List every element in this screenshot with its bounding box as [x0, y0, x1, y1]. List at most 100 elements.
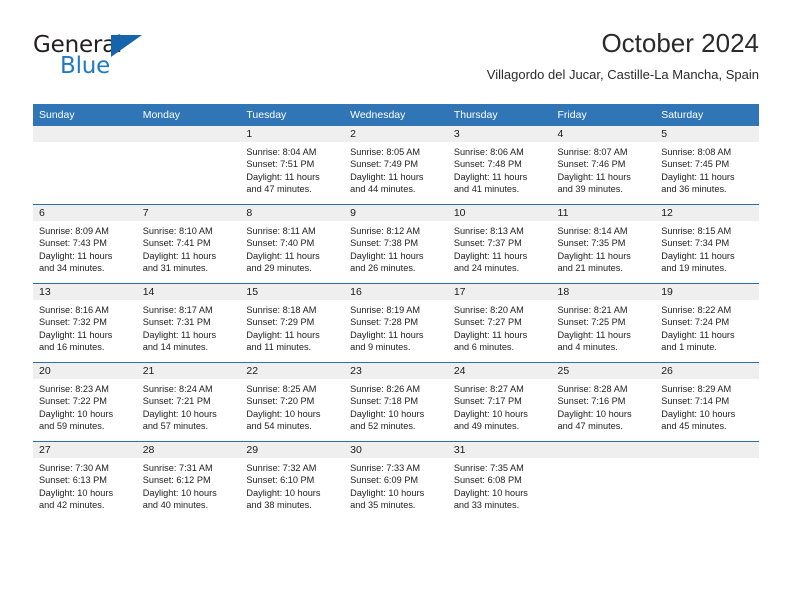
- calendar-day-cell[interactable]: 17 Sunrise: 8:20 AM Sunset: 7:27 PM Dayligh…: [447, 283, 552, 363]
- calendar-day-cell[interactable]: 23 Sunrise: 8:26 AM Sunset: 7:18 PM Dayligh…: [344, 362, 448, 442]
- calendar-day-cell[interactable]: 19 Sunrise: 8:22 AM Sunset: 7:24 PM Dayligh…: [655, 283, 759, 363]
- calendar-day-cell[interactable]: 21 Sunrise: 8:24 AM Sunset: 7:21 PM Dayligh…: [136, 362, 241, 442]
- day-number: 2: [344, 126, 448, 142]
- day-number: 17: [447, 284, 552, 300]
- day-number: 10: [447, 205, 552, 221]
- sunset-time: Sunset: 7:35 PM: [557, 238, 626, 249]
- daylight-line-2: and 49 minutes.: [453, 420, 520, 431]
- calendar-day-cell[interactable]: 22 Sunrise: 8:25 AM Sunset: 7:20 PM Dayligh…: [240, 362, 345, 442]
- sunset-time: Sunset: 7:46 PM: [557, 159, 626, 170]
- sunrise-time: Sunrise: 8:22 AM: [661, 305, 732, 315]
- day-number: 14: [136, 284, 241, 300]
- daylight-line-2: and 36 minutes.: [661, 183, 727, 194]
- calendar-day-cell[interactable]: 14 Sunrise: 8:17 AM Sunset: 7:31 PM Dayligh…: [136, 283, 241, 363]
- calendar-day-cell[interactable]: 31 Sunrise: 7:35 AM Sunset: 6:08 PM Dayligh…: [447, 441, 552, 520]
- day-details: Sunrise: 8:14 AM Sunset: 7:35 PM Daylight:…: [552, 221, 656, 274]
- day-number: [33, 126, 137, 142]
- daylight-line-1: Daylight: 11 hours: [453, 250, 528, 261]
- calendar-day-cell[interactable]: 1 Sunrise: 8:04 AM Sunset: 7:51 PM Daylight…: [240, 126, 345, 205]
- day-number: 23: [344, 363, 448, 379]
- day-number: 16: [344, 284, 448, 300]
- daylight-line-2: and 47 minutes.: [557, 420, 623, 431]
- calendar-day-cell[interactable]: 2 Sunrise: 8:05 AM Sunset: 7:49 PM Daylight…: [344, 126, 448, 205]
- day-number: 31: [447, 442, 552, 458]
- daylight-line-1: Daylight: 11 hours: [557, 329, 631, 340]
- sunset-time: Sunset: 7:49 PM: [350, 159, 419, 170]
- calendar-day-cell[interactable]: 20 Sunrise: 8:23 AM Sunset: 7:22 PM Dayligh…: [33, 362, 137, 442]
- sunrise-time: Sunrise: 8:25 AM: [246, 384, 317, 394]
- sunrise-time: Sunrise: 7:35 AM: [453, 463, 524, 473]
- day-details: Sunrise: 8:25 AM Sunset: 7:20 PM Daylight:…: [240, 379, 344, 432]
- daylight-line-1: Daylight: 10 hours: [39, 408, 114, 419]
- calendar-day-cell[interactable]: 30 Sunrise: 7:33 AM Sunset: 6:09 PM Dayligh…: [344, 441, 448, 520]
- day-number: 30: [344, 442, 448, 458]
- day-details: Sunrise: 8:29 AM Sunset: 7:14 PM Daylight:…: [655, 379, 759, 432]
- page-title: October 2024: [601, 28, 759, 58]
- day-number: 5: [655, 126, 759, 142]
- day-details: Sunrise: 8:17 AM Sunset: 7:31 PM Daylight:…: [137, 300, 241, 353]
- daylight-line-2: and 24 minutes.: [453, 262, 520, 273]
- day-details: Sunrise: 8:05 AM Sunset: 7:49 PM Daylight:…: [344, 142, 448, 195]
- day-details: Sunrise: 8:04 AM Sunset: 7:51 PM Daylight:…: [240, 142, 344, 195]
- daylight-line-2: and 35 minutes.: [350, 499, 416, 510]
- daylight-line-2: and 1 minute.: [661, 341, 717, 352]
- sunrise-time: Sunrise: 8:21 AM: [557, 305, 628, 315]
- daylight-line-1: Daylight: 10 hours: [246, 487, 321, 498]
- calendar-day-cell[interactable]: 10 Sunrise: 8:13 AM Sunset: 7:37 PM Dayligh…: [447, 204, 552, 284]
- calendar-day-cell[interactable]: 18 Sunrise: 8:21 AM Sunset: 7:25 PM Dayligh…: [551, 283, 656, 363]
- daylight-line-2: and 4 minutes.: [557, 341, 618, 352]
- sunrise-time: Sunrise: 8:20 AM: [453, 305, 524, 315]
- sunrise-time: Sunrise: 8:26 AM: [350, 384, 421, 394]
- calendar-day-cell[interactable]: 7 Sunrise: 8:10 AM Sunset: 7:41 PM Daylight…: [136, 204, 241, 284]
- day-details: Sunrise: 8:11 AM Sunset: 7:40 PM Daylight:…: [240, 221, 344, 274]
- calendar-week-row: 13 Sunrise: 8:16 AM Sunset: 7:32 PM Dayligh…: [33, 283, 759, 363]
- daylight-line-2: and 6 minutes.: [453, 341, 515, 352]
- day-number: 8: [240, 205, 345, 221]
- calendar-day-cell[interactable]: 26 Sunrise: 8:29 AM Sunset: 7:14 PM Dayligh…: [655, 362, 759, 442]
- calendar-day-cell[interactable]: 16 Sunrise: 8:19 AM Sunset: 7:28 PM Dayligh…: [344, 283, 448, 363]
- day-details: Sunrise: 8:09 AM Sunset: 7:43 PM Daylight:…: [33, 221, 137, 274]
- day-details: Sunrise: 7:31 AM Sunset: 6:12 PM Daylight:…: [137, 458, 241, 511]
- sunset-time: Sunset: 7:45 PM: [661, 159, 730, 170]
- sunset-time: Sunset: 7:32 PM: [39, 317, 107, 328]
- calendar-day-cell[interactable]: 24 Sunrise: 8:27 AM Sunset: 7:17 PM Dayligh…: [447, 362, 552, 442]
- calendar-day-cell[interactable]: 5 Sunrise: 8:08 AM Sunset: 7:45 PM Daylight…: [655, 126, 759, 205]
- day-number: 12: [655, 205, 759, 221]
- calendar-day-cell[interactable]: 9 Sunrise: 8:12 AM Sunset: 7:38 PM Daylight…: [344, 204, 448, 284]
- daylight-line-2: and 29 minutes.: [246, 262, 312, 273]
- calendar-day-cell[interactable]: 3 Sunrise: 8:06 AM Sunset: 7:48 PM Daylight…: [447, 126, 552, 205]
- daylight-line-1: Daylight: 11 hours: [142, 329, 217, 340]
- calendar-day-cell[interactable]: 11 Sunrise: 8:14 AM Sunset: 7:35 PM Dayligh…: [551, 204, 656, 284]
- calendar-day-cell[interactable]: 27 Sunrise: 7:30 AM Sunset: 6:13 PM Dayligh…: [33, 441, 137, 520]
- calendar-day-cell[interactable]: 29 Sunrise: 7:32 AM Sunset: 6:10 PM Dayligh…: [240, 441, 345, 520]
- sunset-time: Sunset: 7:24 PM: [661, 317, 730, 328]
- general-blue-logo[interactable]: General Blue: [33, 32, 213, 88]
- sunset-time: Sunset: 6:09 PM: [350, 475, 419, 486]
- sunset-time: Sunset: 7:31 PM: [142, 317, 211, 328]
- calendar-day-cell[interactable]: 25 Sunrise: 8:28 AM Sunset: 7:16 PM Dayligh…: [551, 362, 656, 442]
- calendar-page: General Blue October 2024 Villagordo del…: [0, 0, 792, 612]
- calendar-day-cell[interactable]: 8 Sunrise: 8:11 AM Sunset: 7:40 PM Daylight…: [240, 204, 345, 284]
- daylight-line-1: Daylight: 11 hours: [453, 329, 528, 340]
- logo-text-blue: Blue: [60, 53, 111, 79]
- sunset-time: Sunset: 7:22 PM: [39, 396, 107, 407]
- sunset-time: Sunset: 7:37 PM: [453, 238, 522, 249]
- weekday-header-thursday: Thursday: [447, 104, 552, 126]
- page-header: General Blue October 2024 Villagordo del…: [33, 26, 759, 98]
- calendar-day-cell[interactable]: 15 Sunrise: 8:18 AM Sunset: 7:29 PM Dayligh…: [240, 283, 345, 363]
- calendar-day-cell[interactable]: 6 Sunrise: 8:09 AM Sunset: 7:43 PM Daylight…: [33, 204, 137, 284]
- sunrise-time: Sunrise: 7:30 AM: [39, 463, 109, 473]
- calendar-day-cell[interactable]: 4 Sunrise: 8:07 AM Sunset: 7:46 PM Daylight…: [551, 126, 656, 205]
- day-number: 24: [447, 363, 552, 379]
- calendar-day-cell[interactable]: 28 Sunrise: 7:31 AM Sunset: 6:12 PM Dayligh…: [136, 441, 241, 520]
- sunrise-time: Sunrise: 8:11 AM: [246, 226, 316, 236]
- calendar-day-cell[interactable]: 13 Sunrise: 8:16 AM Sunset: 7:32 PM Dayligh…: [33, 283, 137, 363]
- daylight-line-2: and 54 minutes.: [246, 420, 312, 431]
- calendar-day-cell[interactable]: 12 Sunrise: 8:15 AM Sunset: 7:34 PM Dayligh…: [655, 204, 759, 284]
- day-number: 13: [33, 284, 137, 300]
- daylight-line-1: Daylight: 10 hours: [453, 408, 528, 419]
- daylight-line-1: Daylight: 11 hours: [453, 171, 528, 182]
- daylight-line-2: and 33 minutes.: [453, 499, 520, 510]
- sunrise-time: Sunrise: 8:08 AM: [661, 147, 732, 157]
- daylight-line-1: Daylight: 11 hours: [350, 250, 424, 261]
